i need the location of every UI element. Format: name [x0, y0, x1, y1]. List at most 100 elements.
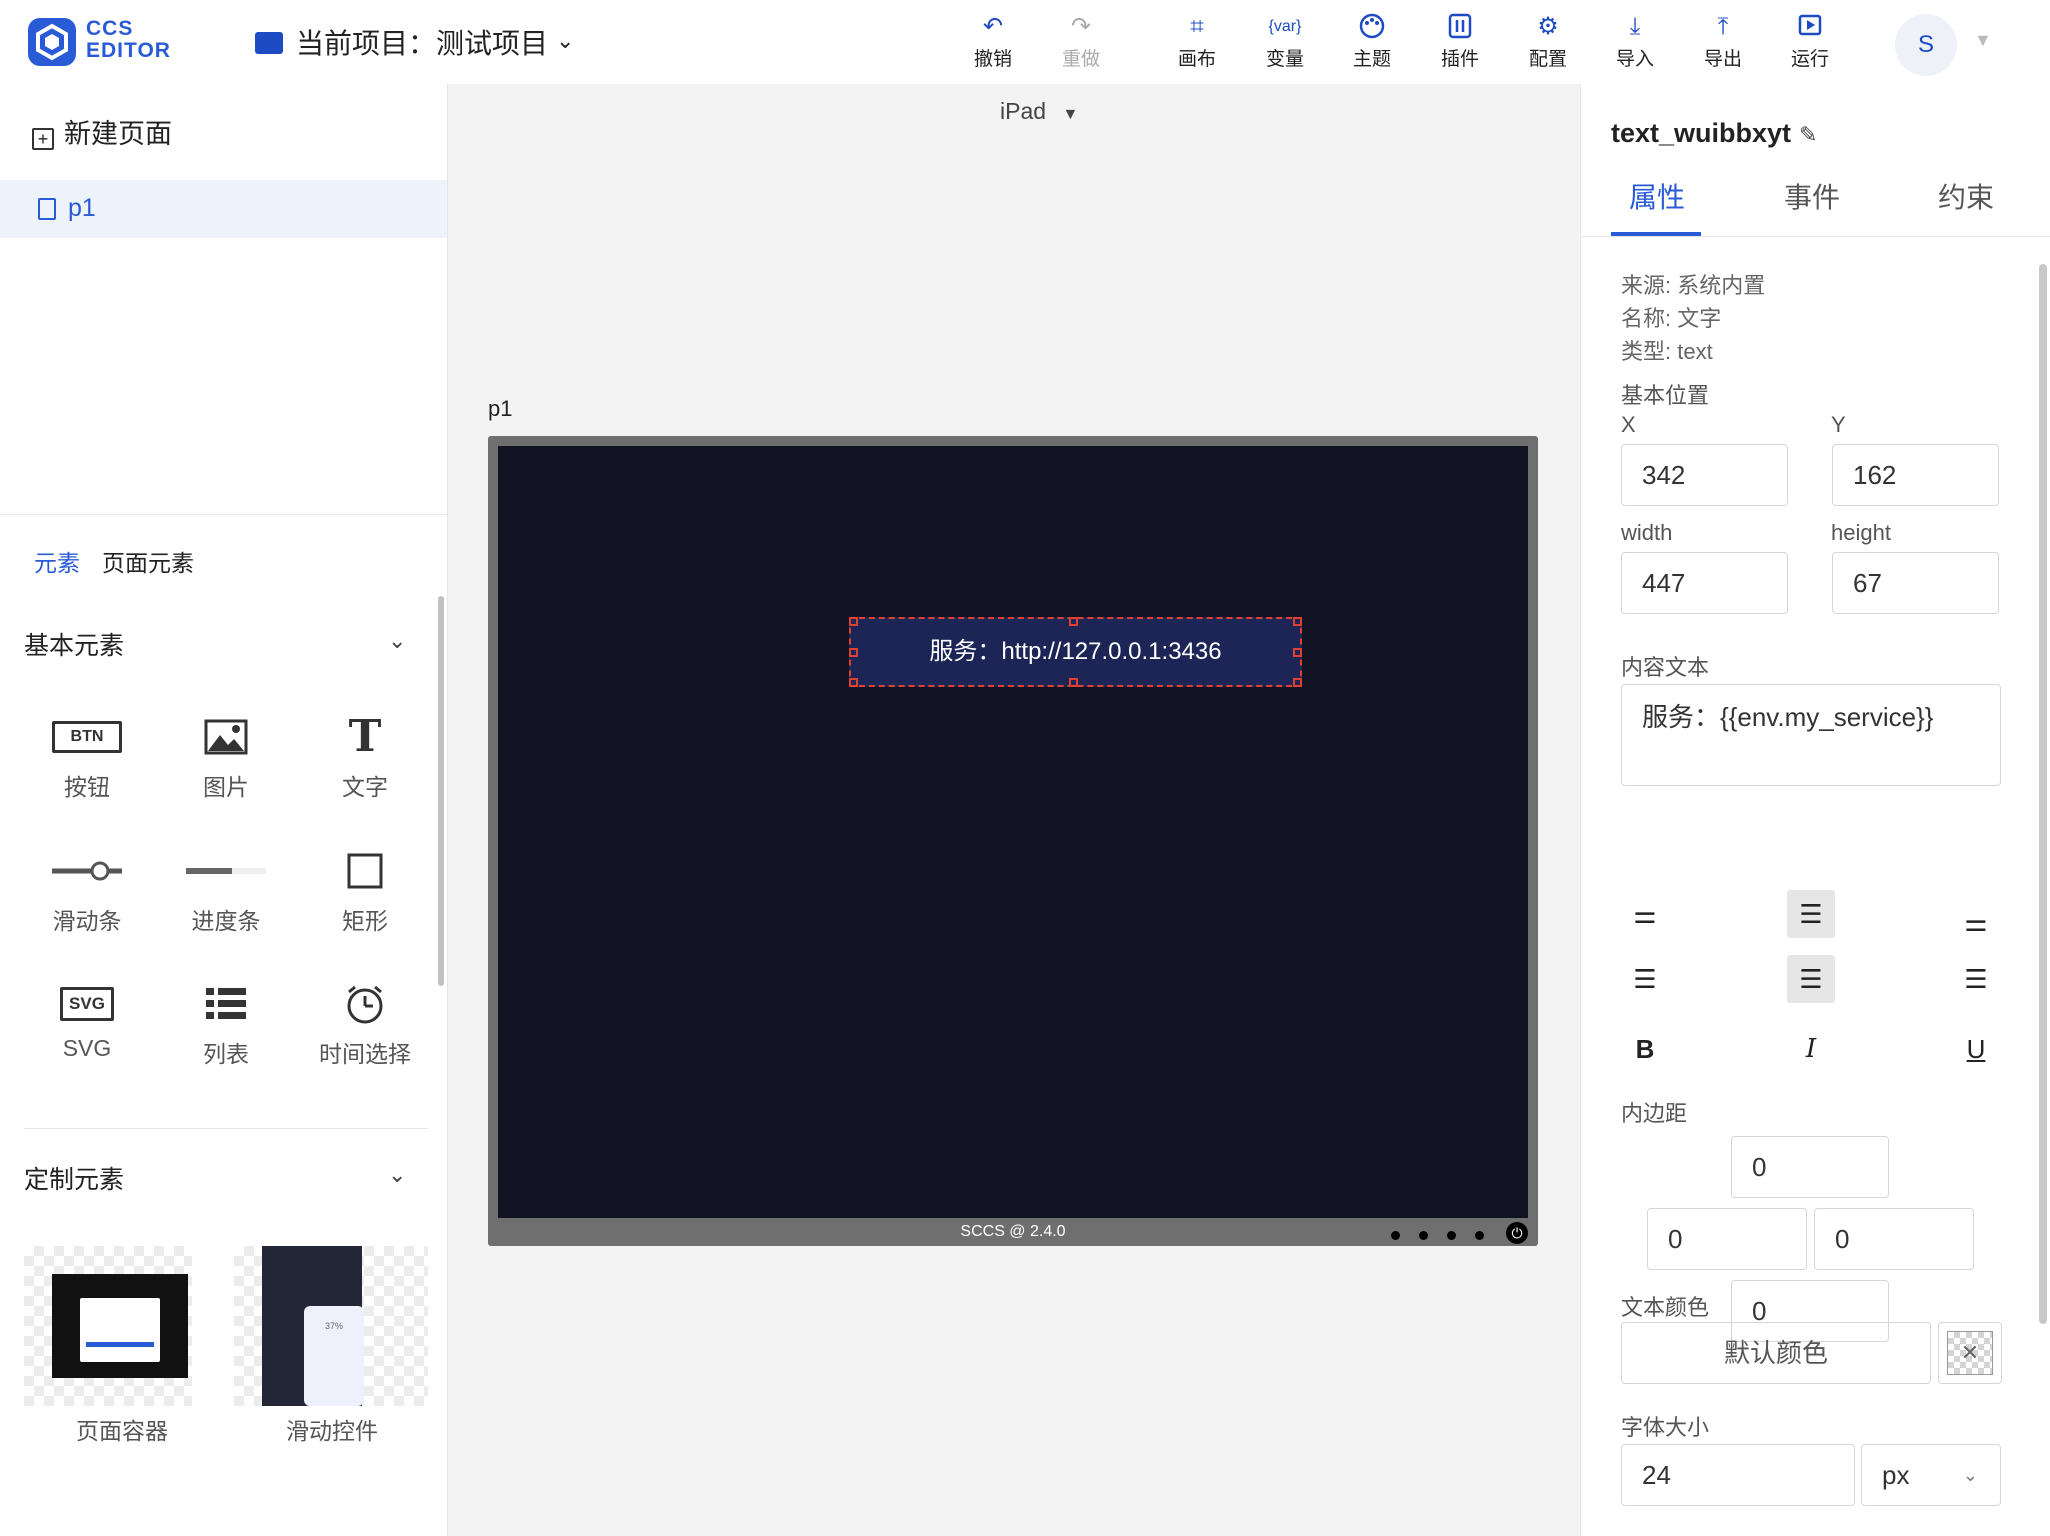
color-picker-swatch[interactable]: ✕: [1938, 1322, 2002, 1384]
selected-text-element[interactable]: 服务：http://127.0.0.1:3436: [849, 617, 1302, 687]
align-middle-icon[interactable]: ☰: [1787, 890, 1835, 938]
resize-handle[interactable]: [1293, 678, 1302, 687]
redo-button[interactable]: ↷ 重做: [1046, 12, 1116, 74]
clock-icon: [300, 977, 430, 1031]
avatar[interactable]: S: [1895, 14, 1957, 76]
slider-icon: [22, 844, 152, 898]
divider: [1581, 236, 2050, 237]
custom-slider-control-thumb[interactable]: 37%: [234, 1246, 428, 1406]
plugins-button[interactable]: 插件: [1425, 12, 1495, 74]
width-input[interactable]: 447: [1621, 552, 1788, 614]
italic-icon[interactable]: I: [1787, 1025, 1835, 1073]
config-button[interactable]: ⚙ 配置: [1513, 12, 1583, 74]
custom-page-container-thumb[interactable]: [24, 1246, 192, 1406]
element-button[interactable]: BTN 按钮: [22, 710, 152, 820]
canvas-button[interactable]: ⌗ 画布: [1162, 12, 1232, 74]
height-input[interactable]: 67: [1832, 552, 1999, 614]
padding-left-input[interactable]: 0: [1647, 1208, 1807, 1270]
inspector-panel: text_wuibbxyt ✎ 属性 事件 约束 来源: 系统内置 名称: 文字 …: [1580, 84, 2050, 1536]
divider: [0, 514, 447, 515]
page-name-label: p1: [488, 396, 513, 421]
resize-handle[interactable]: [849, 648, 858, 657]
resize-handle[interactable]: [1069, 678, 1078, 687]
content-text-input[interactable]: 服务：{{env.my_service}}: [1621, 684, 2001, 786]
align-bottom-icon[interactable]: ⚌: [1952, 898, 2000, 946]
x-input[interactable]: 342: [1621, 444, 1788, 506]
tab-page-elements[interactable]: 页面元素: [102, 544, 194, 578]
logo-icon: [28, 18, 76, 66]
source-text: 来源: 系统内置: [1621, 273, 1766, 298]
device-select[interactable]: iPad ▼: [1000, 98, 1078, 125]
import-icon: ⤓: [1629, 13, 1641, 40]
component-name[interactable]: text_wuibbxyt ✎: [1611, 118, 1817, 149]
palette-icon: [1337, 12, 1407, 42]
variable-icon: {var}: [1268, 18, 1302, 35]
device-dots: [1372, 1227, 1484, 1245]
project-title[interactable]: 当前项目：测试项目: [296, 22, 548, 62]
folder-icon: [255, 32, 283, 54]
left-scrollbar[interactable]: [438, 596, 444, 986]
y-input[interactable]: 162: [1832, 444, 1999, 506]
font-size-unit-select[interactable]: px ⌄: [1861, 1444, 2001, 1506]
font-size-input[interactable]: 24: [1621, 1444, 1855, 1506]
logo-text: CCS EDITOR: [86, 17, 171, 62]
element-rectangle[interactable]: 矩形: [300, 844, 430, 954]
tab-properties[interactable]: 属性: [1629, 176, 1685, 216]
resize-handle[interactable]: [849, 617, 858, 626]
resize-handle[interactable]: [1293, 648, 1302, 657]
power-icon[interactable]: ⏻: [1506, 1222, 1528, 1244]
align-top-icon[interactable]: ⚌: [1621, 890, 1669, 938]
resize-handle[interactable]: [1293, 617, 1302, 626]
resize-handle[interactable]: [849, 678, 858, 687]
tab-elements[interactable]: 元素: [34, 544, 80, 578]
element-list[interactable]: 列表: [161, 977, 291, 1087]
element-svg[interactable]: SVG SVG: [22, 977, 152, 1087]
padding-right-input[interactable]: 0: [1814, 1208, 1974, 1270]
export-icon: ⤒: [1717, 13, 1729, 40]
plus-square-icon: +: [32, 128, 54, 150]
padding-top-input[interactable]: 0: [1731, 1136, 1889, 1198]
text-color-button[interactable]: 默认颜色: [1621, 1322, 1931, 1384]
export-button[interactable]: ⤒ 导出: [1688, 12, 1758, 74]
chevron-down-icon[interactable]: ⌄: [556, 28, 574, 54]
element-image[interactable]: 图片: [161, 710, 291, 820]
element-time-picker[interactable]: 时间选择: [300, 977, 430, 1087]
page-list-item[interactable]: p1: [0, 180, 447, 238]
top-toolbar: CCS EDITOR 当前项目：测试项目 ⌄ ↶ 撤销 ↷ 重做 ⌗ 画布 {v…: [0, 0, 2050, 84]
chevron-down-icon[interactable]: ⌄: [388, 1162, 406, 1188]
chevron-down-icon[interactable]: ⌄: [388, 628, 406, 654]
resize-handle[interactable]: [1069, 617, 1078, 626]
x-label: X: [1621, 412, 1636, 437]
gear-icon: ⚙: [1537, 13, 1559, 40]
text-color-label: 文本颜色: [1621, 1295, 1710, 1320]
edit-icon[interactable]: ✎: [1799, 122, 1817, 147]
import-button[interactable]: ⤓ 导入: [1600, 12, 1670, 74]
inspector-scrollbar[interactable]: [2039, 264, 2047, 1324]
run-button[interactable]: 运行: [1775, 12, 1845, 74]
bold-icon[interactable]: B: [1621, 1025, 1669, 1073]
progress-icon: [161, 844, 291, 898]
tab-events[interactable]: 事件: [1784, 176, 1840, 216]
theme-button[interactable]: 主题: [1337, 12, 1407, 74]
font-size-label: 字体大小: [1621, 1415, 1710, 1440]
custom-element-label: 滑动控件: [286, 1418, 378, 1444]
variables-button[interactable]: {var} 变量: [1250, 12, 1320, 74]
device-frame: 服务：http://127.0.0.1:3436 SCCS @ 2.4.0 ⏻: [488, 436, 1538, 1246]
align-right-icon[interactable]: ☰: [1952, 955, 2000, 1003]
underline-icon[interactable]: U: [1952, 1025, 2000, 1073]
element-slider[interactable]: 滑动条: [22, 844, 152, 954]
caret-down-icon[interactable]: ▼: [1974, 30, 1992, 51]
element-text[interactable]: T 文字: [300, 710, 430, 820]
custom-section-title[interactable]: 定制元素: [24, 1160, 124, 1196]
basic-section-title[interactable]: 基本元素: [24, 626, 124, 662]
align-left-icon[interactable]: ☰: [1621, 955, 1669, 1003]
tab-constraints[interactable]: 约束: [1938, 176, 1994, 216]
btn-icon: BTN: [22, 710, 152, 764]
device-screen[interactable]: 服务：http://127.0.0.1:3436: [498, 446, 1528, 1218]
rect-icon: [300, 844, 430, 898]
undo-button[interactable]: ↶ 撤销: [958, 12, 1028, 74]
align-center-icon[interactable]: ☰: [1787, 955, 1835, 1003]
element-progress[interactable]: 进度条: [161, 844, 291, 954]
height-label: height: [1831, 520, 1891, 545]
new-page-button[interactable]: + 新建页面: [32, 112, 172, 151]
